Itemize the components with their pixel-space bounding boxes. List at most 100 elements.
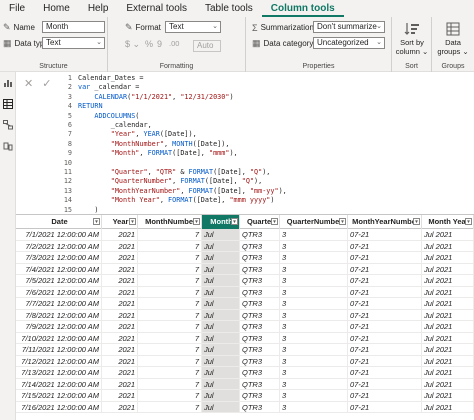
sort-icon	[404, 23, 419, 35]
column-header-month-year[interactable]: Month Year ▾	[422, 215, 474, 229]
code-token: ,	[147, 168, 156, 177]
table-cell: Jul	[202, 309, 240, 320]
data-groups-button[interactable]: Data groups ⌄	[432, 22, 474, 56]
auto-decimals-field[interactable]: Auto	[193, 40, 221, 52]
table-cell: Jul 2021	[422, 240, 474, 251]
table-cell: Jul	[202, 286, 240, 297]
table-row[interactable]: 7/12/2021 12:00:00 AM 2021 7 Jul QTR3 3 07-21 J…	[16, 355, 474, 367]
table-row[interactable]: 7/2/2021 12:00:00 AM 2021 7 Jul QTR3 3 07-21 Ju…	[16, 240, 474, 252]
table-cell: QTR3	[240, 332, 280, 343]
code-token: "Month Year"	[110, 196, 160, 205]
table-cell: 3	[280, 355, 348, 366]
filter-dropdown-icon[interactable]: ▾	[193, 218, 200, 225]
table-cell: 07-21	[348, 309, 422, 320]
close-icon[interactable]: ✕	[24, 78, 33, 90]
check-icon[interactable]: ✓	[42, 78, 51, 90]
table-row[interactable]: 7/14/2021 12:00:00 AM 2021 7 Jul QTR3 3 07-21 J…	[16, 378, 474, 390]
column-header-date[interactable]: Date ▾	[16, 215, 102, 229]
dax-query-view-icon[interactable]	[3, 141, 13, 151]
report-view-icon[interactable]	[3, 78, 13, 88]
code-token: ([Date]),	[192, 139, 230, 148]
column-header-quarter[interactable]: Quarter ▾	[240, 215, 280, 229]
category-value: Uncategorized	[317, 38, 369, 47]
menu-item-home[interactable]: Home	[34, 0, 79, 17]
table-row[interactable]: 7/15/2021 12:00:00 AM 2021 7 Jul QTR3 3 07-21 J…	[16, 390, 474, 402]
table-row[interactable]: 7/3/2021 12:00:00 AM 2021 7 Jul QTR3 3 07-21 Ju…	[16, 252, 474, 264]
currency-button[interactable]: $ ⌄	[125, 39, 140, 50]
table-row[interactable]: 7/9/2021 12:00:00 AM 2021 7 Jul QTR3 3 07-21 Ju…	[16, 321, 474, 333]
table-cell: 7	[138, 355, 202, 366]
table-row[interactable]: 7/1/2021 12:00:00 AM 2021 7 Jul QTR3 3 07-21 Ju…	[16, 229, 474, 241]
line-number: 3	[67, 92, 72, 101]
table-cell: 07-21	[348, 263, 422, 274]
table-row[interactable]: 7/7/2021 12:00:00 AM 2021 7 Jul QTR3 3 07-21 Ju…	[16, 298, 474, 310]
model-view-icon[interactable]	[3, 120, 13, 130]
table-cell: 07-21	[348, 355, 422, 366]
column-header-year[interactable]: Year ▾	[102, 215, 138, 229]
table-cell: Jul 2021	[422, 344, 474, 355]
table-row[interactable]: 7/13/2021 12:00:00 AM 2021 7 Jul QTR3 3 07-21 J…	[16, 367, 474, 379]
menu-item-column-tools[interactable]: Column tools	[261, 0, 344, 17]
table-cell: 2021	[102, 229, 138, 240]
table-row[interactable]: 7/16/2021 12:00:00 AM 2021 7 Jul QTR3 3 07-21 J…	[16, 401, 474, 413]
menu-item-help[interactable]: Help	[79, 0, 118, 17]
comma-button[interactable]: 9	[157, 39, 162, 49]
table-cell: QTR3	[240, 240, 280, 251]
filter-dropdown-icon[interactable]: ▾	[271, 218, 278, 225]
table-row[interactable]: 7/4/2021 12:00:00 AM 2021 7 Jul QTR3 3 07-21 Ju…	[16, 263, 474, 275]
filter-dropdown-icon[interactable]: ▾	[231, 218, 238, 225]
table-cell: 7	[138, 298, 202, 309]
table-cell: 2021	[102, 321, 138, 332]
column-header-monthyearnumber[interactable]: MonthYearNumber ▾	[348, 215, 422, 229]
table-cell: 7	[138, 390, 202, 401]
format-icon: ✎	[125, 22, 133, 32]
percent-button[interactable]: %	[145, 39, 153, 49]
filter-dropdown-icon[interactable]: ▾	[339, 218, 346, 225]
summarization-select[interactable]: Don't summarize ⌄	[313, 21, 385, 33]
menu-item-external-tools[interactable]: External tools	[117, 0, 196, 17]
filter-dropdown-icon[interactable]: ▾	[129, 218, 136, 225]
table-row[interactable]: 7/5/2021 12:00:00 AM 2021 7 Jul QTR3 3 07-21 Ju…	[16, 275, 474, 287]
summarization-label: Summarization	[260, 23, 314, 32]
code-token: ([Date],	[213, 186, 250, 195]
table-cell: 7	[138, 286, 202, 297]
datatype-value: Text	[46, 38, 61, 47]
table-cell: 2021	[102, 367, 138, 378]
sigma-icon: Σ	[252, 22, 258, 33]
format-select[interactable]: Text ⌄	[165, 21, 221, 33]
sort-by-column-button[interactable]: Sort by column ⌄	[392, 22, 432, 56]
filter-dropdown-icon[interactable]: ▾	[413, 218, 420, 225]
data-groups-icon	[446, 22, 460, 36]
filter-dropdown-icon[interactable]: ▾	[465, 218, 472, 225]
table-row[interactable]: 7/11/2021 12:00:00 AM 2021 7 Jul QTR3 3 07-21 J…	[16, 344, 474, 356]
line-number: 11	[63, 168, 72, 177]
table-cell: 7	[138, 344, 202, 355]
menu-item-table-tools[interactable]: Table tools	[196, 0, 262, 17]
data-view-icon[interactable]	[3, 99, 13, 109]
menu-item-file[interactable]: File	[0, 0, 34, 17]
category-select[interactable]: Uncategorized ⌄	[313, 37, 385, 49]
table-row[interactable]: 7/6/2021 12:00:00 AM 2021 7 Jul QTR3 3 07-21 Ju…	[16, 286, 474, 298]
code-token: "Year"	[110, 130, 136, 139]
table-cell: 07-21	[348, 321, 422, 332]
filter-dropdown-icon[interactable]: ▾	[93, 218, 100, 225]
decimals-button[interactable]: .00	[169, 39, 179, 48]
column-header-label: Month Year	[428, 217, 469, 226]
datatype-select[interactable]: Text ⌄	[42, 37, 105, 49]
table-row[interactable]: 7/8/2021 12:00:00 AM 2021 7 Jul QTR3 3 07-21 Ju…	[16, 309, 474, 321]
code-token: ),	[278, 186, 287, 195]
table-cell: 3	[280, 401, 348, 412]
table-cell: 07-21	[348, 229, 422, 240]
code-token: ,	[163, 139, 173, 148]
column-header-month[interactable]: Month ▾	[202, 215, 240, 229]
table-row[interactable]: 7/10/2021 12:00:00 AM 2021 7 Jul QTR3 3 07-21 J…	[16, 332, 474, 344]
table-cell: Jul 2021	[422, 332, 474, 343]
column-header-quarternumber[interactable]: QuarterNumber ▾	[280, 215, 348, 229]
code-line: 11 "Quarter", "QTR" & FORMAT ([Date], "Q"…	[60, 168, 287, 177]
formatting-group-label: Formatting	[159, 63, 194, 70]
dax-editor[interactable]: 1 Calendar_Dates = 2 var _calendar = 3 CALEN…	[60, 74, 287, 215]
name-input[interactable]: Month	[42, 21, 105, 33]
column-header-monthnumber[interactable]: MonthNumber ▾	[138, 215, 202, 229]
code-token: FORMAT	[188, 186, 214, 195]
